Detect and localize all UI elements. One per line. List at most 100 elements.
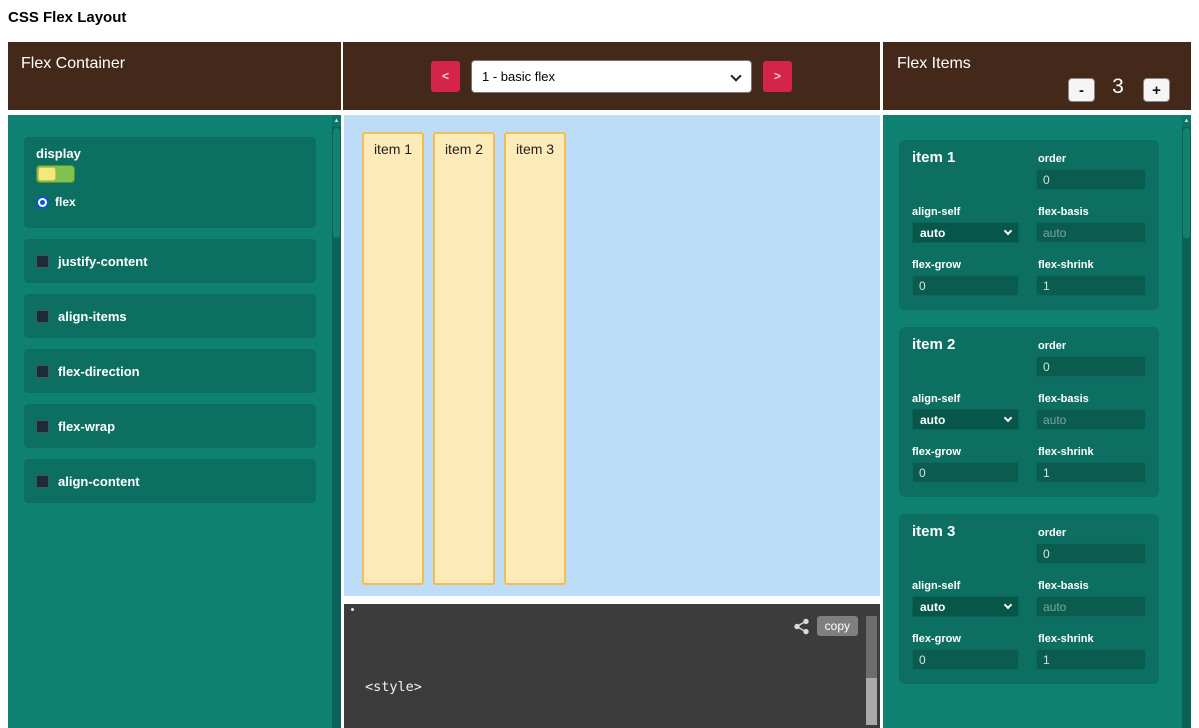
layout-select-value: 1 - basic flex — [482, 69, 555, 84]
flex-basis-label: flex-basis — [1038, 206, 1089, 218]
option-label-flex-wrap: flex-wrap — [58, 419, 115, 434]
option-label-flex-direction: flex-direction — [58, 364, 140, 379]
flex-container-header: Flex Container — [8, 42, 341, 110]
right-scrollbar-thumb[interactable] — [1183, 128, 1190, 238]
code-line: <style> — [365, 678, 519, 697]
prev-layout-button[interactable]: < — [431, 61, 460, 92]
order-label: order — [1038, 340, 1066, 352]
align-self-label: align-self — [912, 580, 960, 592]
scroll-up-icon[interactable]: ▲ — [1182, 115, 1191, 127]
left-panel-scrollbar[interactable]: ▲ — [332, 115, 341, 728]
flex-direction-checkbox[interactable] — [36, 365, 49, 378]
share-icon[interactable] — [793, 618, 810, 635]
flex-grow-label: flex-grow — [912, 633, 961, 645]
order-input[interactable] — [1036, 169, 1146, 190]
flex-shrink-input[interactable] — [1036, 275, 1146, 296]
item-count: 3 — [1103, 75, 1133, 99]
chevron-down-icon — [730, 70, 741, 81]
add-item-button[interactable]: + — [1143, 78, 1170, 102]
option-align-items: align-items — [24, 294, 316, 338]
option-justify-content: justify-content — [24, 239, 316, 283]
flex-grow-input[interactable] — [912, 462, 1019, 483]
align-self-label: align-self — [912, 393, 960, 405]
flex-container-title: Flex Container — [21, 55, 125, 73]
align-content-checkbox[interactable] — [36, 475, 49, 488]
option-label-align-content: align-content — [58, 474, 140, 489]
copy-button[interactable]: copy — [817, 616, 858, 636]
align-self-label: align-self — [912, 206, 960, 218]
flex-basis-input[interactable] — [1036, 596, 1146, 617]
flex-grow-input[interactable] — [912, 649, 1019, 670]
flex-basis-label: flex-basis — [1038, 393, 1089, 405]
align-self-select[interactable]: auto — [912, 596, 1019, 617]
option-flex-wrap: flex-wrap — [24, 404, 316, 448]
order-label: order — [1038, 153, 1066, 165]
flex-shrink-label: flex-shrink — [1038, 259, 1094, 271]
chevron-down-icon — [1004, 414, 1012, 422]
flex-item-1: item 1 — [362, 132, 424, 585]
code-scrollbar-thumb[interactable] — [866, 616, 877, 678]
align-self-value: auto — [920, 413, 945, 427]
flex-items-title: Flex Items — [897, 55, 971, 73]
display-flex-option: flex — [36, 195, 76, 209]
page-title: CSS Flex Layout — [8, 9, 126, 26]
item-card-title: item 2 — [912, 336, 955, 353]
justify-content-checkbox[interactable] — [36, 255, 49, 268]
option-align-content: align-content — [24, 459, 316, 503]
option-flex-direction: flex-direction — [24, 349, 316, 393]
flex-preview: item 1 item 2 item 3 — [344, 115, 880, 596]
flex-grow-label: flex-grow — [912, 259, 961, 271]
flex-basis-input[interactable] — [1036, 222, 1146, 243]
align-self-value: auto — [920, 600, 945, 614]
flex-container-body: display flex justify-content align-item — [8, 115, 341, 728]
code-scrollbar[interactable] — [866, 616, 877, 725]
remove-item-button[interactable]: - — [1068, 78, 1095, 102]
flex-wrap-checkbox[interactable] — [36, 420, 49, 433]
align-items-checkbox[interactable] — [36, 310, 49, 323]
item-card-title: item 1 — [912, 149, 955, 166]
order-label: order — [1038, 527, 1066, 539]
flex-shrink-label: flex-shrink — [1038, 633, 1094, 645]
align-self-value: auto — [920, 226, 945, 240]
flex-grow-input[interactable] — [912, 275, 1019, 296]
left-scrollbar-thumb[interactable] — [333, 128, 340, 238]
flex-item-card-1: item 1 order align-self auto flex-basis … — [899, 140, 1159, 310]
flex-item-card-3: item 3 order align-self auto flex-basis … — [899, 514, 1159, 684]
code-panel-dot — [351, 608, 354, 611]
flex-basis-label: flex-basis — [1038, 580, 1089, 592]
flex-item-card-2: item 2 order align-self auto flex-basis … — [899, 327, 1159, 497]
code-block: <style> .flex-container { display: flex; — [365, 640, 519, 728]
css-flex-layout-app: CSS Flex Layout Flex Container display f… — [0, 0, 1199, 728]
flex-item-3: item 3 — [504, 132, 566, 585]
align-self-select[interactable]: auto — [912, 409, 1019, 430]
order-input[interactable] — [1036, 543, 1146, 564]
display-card: display flex — [24, 137, 316, 228]
scroll-up-icon[interactable]: ▲ — [332, 115, 341, 127]
next-layout-button[interactable]: > — [763, 61, 792, 92]
flex-items-body: item 1 order align-self auto flex-basis … — [883, 115, 1191, 728]
right-panel-scrollbar[interactable]: ▲ — [1182, 115, 1191, 728]
flex-grow-label: flex-grow — [912, 446, 961, 458]
display-label: display — [36, 146, 81, 161]
flex-radio-label: flex — [55, 195, 76, 209]
layout-select[interactable]: 1 - basic flex — [471, 60, 752, 93]
order-input[interactable] — [1036, 356, 1146, 377]
flex-basis-input[interactable] — [1036, 409, 1146, 430]
flex-shrink-label: flex-shrink — [1038, 446, 1094, 458]
option-label-justify-content: justify-content — [58, 254, 148, 269]
display-toggle[interactable] — [36, 165, 75, 183]
flex-radio[interactable] — [36, 196, 49, 209]
code-panel: copy <style> .flex-container { display: … — [344, 604, 880, 728]
align-self-select[interactable]: auto — [912, 222, 1019, 243]
chevron-down-icon — [1004, 601, 1012, 609]
item-card-title: item 3 — [912, 523, 955, 540]
preview-header: < 1 - basic flex > — [343, 42, 880, 110]
flex-shrink-input[interactable] — [1036, 649, 1146, 670]
flex-item-2: item 2 — [433, 132, 495, 585]
flex-container-panel: Flex Container display flex justify-cont… — [8, 42, 341, 728]
toggle-knob-icon — [38, 167, 56, 181]
flex-items-header: Flex Items - 3 + — [883, 42, 1191, 110]
option-label-align-items: align-items — [58, 309, 127, 324]
flex-shrink-input[interactable] — [1036, 462, 1146, 483]
chevron-down-icon — [1004, 227, 1012, 235]
